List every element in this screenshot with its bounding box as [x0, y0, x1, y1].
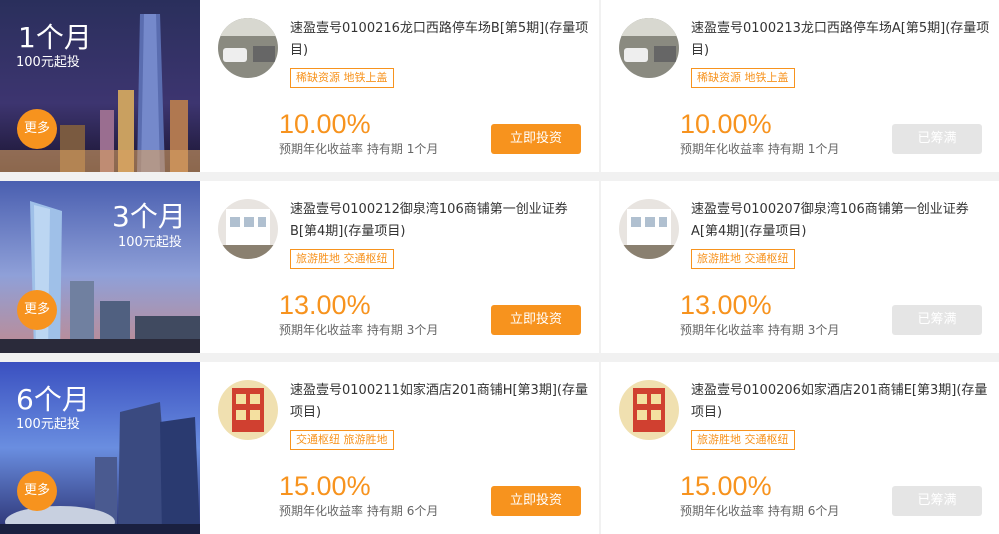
- product-name[interactable]: 速盈壹号0100211如家酒店201商铺H[第3期](存量项目): [290, 380, 590, 424]
- rate-label: 预期年化收益率: [279, 323, 364, 337]
- period-label: 持有期: [767, 142, 804, 156]
- product-group-6month: 6个月 100元起投 更多 速盈壹号0100211如家酒店201商铺H[第3期]…: [0, 362, 999, 534]
- min-invest-label: 100元起投: [118, 235, 182, 250]
- annual-rate: 13.00%: [680, 290, 772, 320]
- term-label: 3个月: [112, 200, 186, 233]
- rate-label: 预期年化收益率: [680, 142, 765, 156]
- period-value: 1个月: [807, 142, 840, 156]
- term-banner[interactable]: 1个月 100元起投 更多: [0, 0, 200, 172]
- rate-label: 预期年化收益率: [279, 504, 364, 518]
- rate-period-info: 预期年化收益率 持有期 1个月: [279, 140, 438, 158]
- annual-rate: 10.00%: [279, 109, 371, 139]
- product-card[interactable]: 速盈壹号0100216龙口西路停车场B[第5期](存量项目) 稀缺资源 地铁上盖…: [200, 0, 599, 172]
- feature-tags: 交通枢纽 旅游胜地: [290, 430, 394, 450]
- min-invest-label: 100元起投: [16, 55, 80, 70]
- more-button[interactable]: 更多: [17, 471, 57, 511]
- annual-rate: 13.00%: [279, 290, 371, 320]
- parking-garage-photo-icon: [619, 18, 679, 78]
- feature-tags: 旅游胜地 交通枢纽: [691, 249, 795, 269]
- term-banner[interactable]: 3个月 100元起投 更多: [0, 181, 200, 353]
- term-banner[interactable]: 6个月 100元起投 更多: [0, 362, 200, 534]
- hotel-sign-photo-icon: [619, 380, 679, 440]
- product-name[interactable]: 速盈壹号0100212御泉湾106商铺第一创业证券B[第4期](存量项目): [290, 199, 590, 243]
- term-label: 6个月: [16, 383, 90, 416]
- product-card[interactable]: 速盈壹号0100206如家酒店201商铺E[第3期](存量项目) 旅游胜地 交通…: [601, 362, 999, 534]
- invest-button[interactable]: 立即投资: [491, 486, 581, 516]
- rate-label: 预期年化收益率: [680, 504, 765, 518]
- sold-out-button: 已筹满: [892, 305, 982, 335]
- annual-rate: 15.00%: [279, 471, 371, 501]
- period-label: 持有期: [767, 323, 804, 337]
- product-card[interactable]: 速盈壹号0100212御泉湾106商铺第一创业证券B[第4期](存量项目) 旅游…: [200, 181, 599, 353]
- period-label: 持有期: [366, 504, 403, 518]
- product-name[interactable]: 速盈壹号0100206如家酒店201商铺E[第3期](存量项目): [691, 380, 991, 424]
- invest-button[interactable]: 立即投资: [491, 305, 581, 335]
- period-value: 1个月: [406, 142, 439, 156]
- more-button[interactable]: 更多: [17, 109, 57, 149]
- period-label: 持有期: [767, 504, 804, 518]
- hotel-sign-photo-icon: [218, 380, 278, 440]
- parking-garage-photo-icon: [218, 18, 278, 78]
- rate-label: 预期年化收益率: [279, 142, 364, 156]
- rate-period-info: 预期年化收益率 持有期 1个月: [680, 140, 839, 158]
- period-value: 6个月: [406, 504, 439, 518]
- product-group-1month: 1个月 100元起投 更多 速盈壹号0100216龙口西路停车场B[第5期](存…: [0, 0, 999, 172]
- term-label: 1个月: [18, 21, 92, 54]
- feature-tags: 旅游胜地 交通枢纽: [290, 249, 394, 269]
- annual-rate: 10.00%: [680, 109, 772, 139]
- product-name[interactable]: 速盈壹号0100213龙口西路停车场A[第5期](存量项目): [691, 18, 991, 62]
- sold-out-button: 已筹满: [892, 124, 982, 154]
- min-invest-label: 100元起投: [16, 417, 80, 432]
- period-label: 持有期: [366, 142, 403, 156]
- rate-period-info: 预期年化收益率 持有期 3个月: [279, 321, 438, 339]
- shop-building-photo-icon: [619, 199, 679, 259]
- product-group-3month: 3个月 100元起投 更多 速盈壹号0100212御泉湾106商铺第一创业证券B…: [0, 181, 999, 353]
- rate-period-info: 预期年化收益率 持有期 6个月: [680, 502, 839, 520]
- period-value: 3个月: [406, 323, 439, 337]
- period-value: 3个月: [807, 323, 840, 337]
- rate-period-info: 预期年化收益率 持有期 6个月: [279, 502, 438, 520]
- annual-rate: 15.00%: [680, 471, 772, 501]
- period-value: 6个月: [807, 504, 840, 518]
- product-card[interactable]: 速盈壹号0100213龙口西路停车场A[第5期](存量项目) 稀缺资源 地铁上盖…: [601, 0, 999, 172]
- product-name[interactable]: 速盈壹号0100207御泉湾106商铺第一创业证券A[第4期](存量项目): [691, 199, 991, 243]
- feature-tags: 旅游胜地 交通枢纽: [691, 430, 795, 450]
- more-button[interactable]: 更多: [17, 290, 57, 330]
- product-card[interactable]: 速盈壹号0100211如家酒店201商铺H[第3期](存量项目) 交通枢纽 旅游…: [200, 362, 599, 534]
- feature-tags: 稀缺资源 地铁上盖: [691, 68, 795, 88]
- rate-label: 预期年化收益率: [680, 323, 765, 337]
- feature-tags: 稀缺资源 地铁上盖: [290, 68, 394, 88]
- period-label: 持有期: [366, 323, 403, 337]
- rate-period-info: 预期年化收益率 持有期 3个月: [680, 321, 839, 339]
- sold-out-button: 已筹满: [892, 486, 982, 516]
- shop-building-photo-icon: [218, 199, 278, 259]
- product-name[interactable]: 速盈壹号0100216龙口西路停车场B[第5期](存量项目): [290, 18, 590, 62]
- invest-button[interactable]: 立即投资: [491, 124, 581, 154]
- product-card[interactable]: 速盈壹号0100207御泉湾106商铺第一创业证券A[第4期](存量项目) 旅游…: [601, 181, 999, 353]
